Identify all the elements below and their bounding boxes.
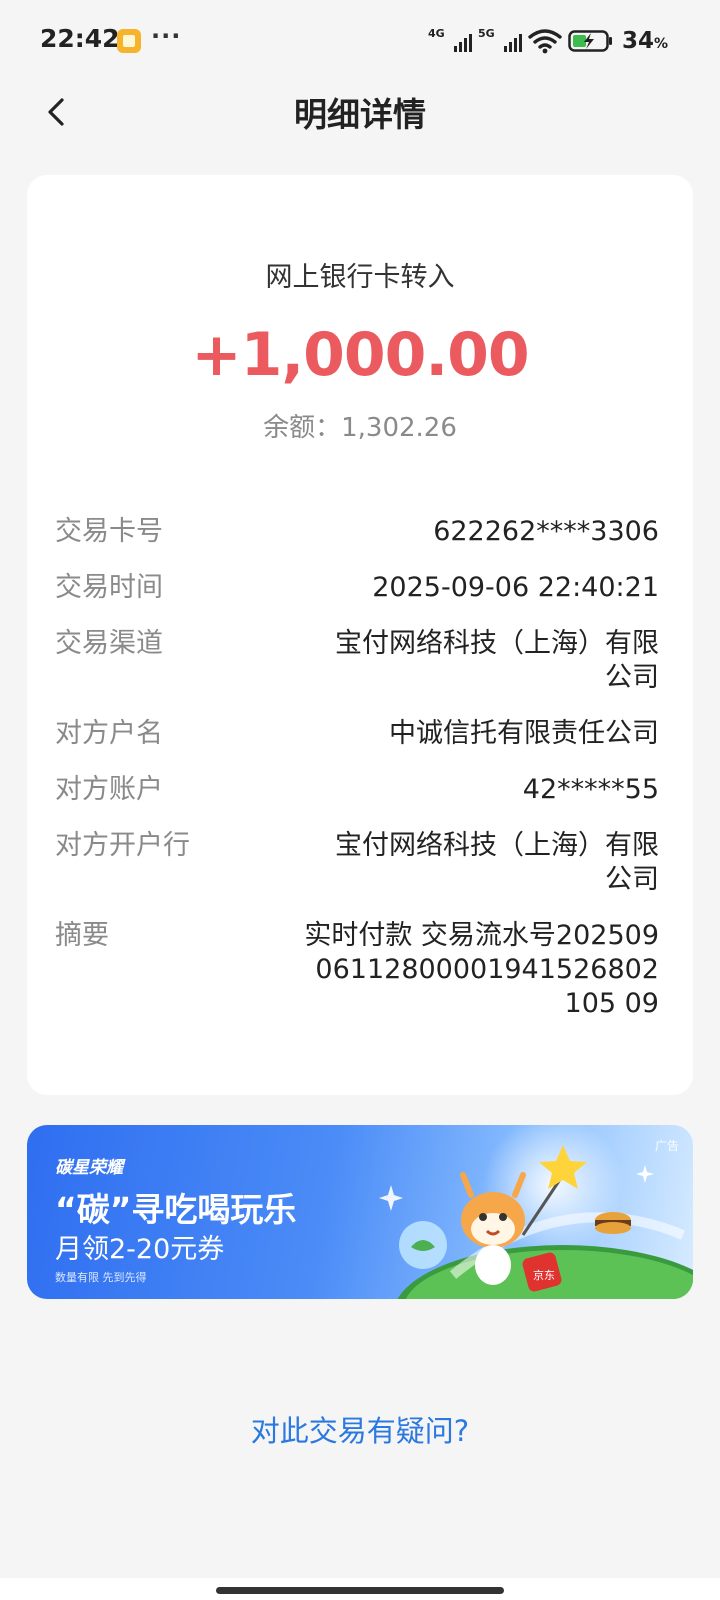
detail-label: 对方户名 <box>55 718 163 749</box>
nav-bar: 明细详情 <box>0 82 720 142</box>
page-title: 明细详情 <box>294 95 426 134</box>
transaction-type: 网上银行卡转入 <box>265 262 455 293</box>
network-type-label: 5G <box>477 27 495 40</box>
status-time: 22:42 <box>40 24 120 53</box>
transaction-details: 交易卡号 622262****3306 交易时间 2025-09-06 22:4… <box>55 515 659 1043</box>
status-bar: 22:42 ··· 4G 5G 34% <box>0 0 720 82</box>
battery-percentage: 34% <box>621 28 668 54</box>
transaction-amount: +1,000.00 <box>191 320 529 390</box>
ad-badge: 京东 <box>533 1268 555 1282</box>
ad-brand: 碳星荣耀 <box>55 1158 123 1178</box>
detail-value: 宝付网络科技（上海）有限公司 <box>335 628 659 693</box>
detail-value: 622262****3306 <box>433 516 659 547</box>
cellular-signal-icon: 4G <box>428 27 472 55</box>
detail-label: 对方开户行 <box>55 830 190 861</box>
detail-row-counterparty-account: 对方账户 42*****55 <box>55 773 659 807</box>
battery-icon <box>568 30 612 52</box>
notification-app-icon <box>117 29 141 53</box>
detail-value: 中诚信托有限责任公司 <box>389 718 659 749</box>
network-type-label: 4G <box>427 27 445 40</box>
ad-subtitle: 月领2-20元券 <box>55 1234 225 1265</box>
detail-row-time: 交易时间 2025-09-06 22:40:21 <box>55 571 659 605</box>
wifi-icon <box>528 29 562 54</box>
detail-row-card-number: 交易卡号 622262****3306 <box>55 515 659 549</box>
ad-banner[interactable]: 碳星荣耀 “碳”寻吃喝玩乐 月领2-20元券 数量有限 先到先得 京东 广告 <box>27 1125 693 1299</box>
transaction-query-link[interactable]: 对此交易有疑问? <box>0 1408 720 1450</box>
ad-note: 数量有限 先到先得 <box>55 1271 147 1284</box>
detail-label: 对方账户 <box>55 774 163 805</box>
detail-value: 实时付款 交易流水号20250906112800001941526802105 … <box>304 920 659 1019</box>
detail-label: 交易时间 <box>55 572 163 603</box>
ad-headline: “碳”寻吃喝玩乐 <box>55 1190 297 1229</box>
more-notifications-icon: ··· <box>151 22 182 50</box>
detail-row-counterparty-bank: 对方开户行 宝付网络科技（上海）有限公司 <box>55 829 659 897</box>
transaction-card: 网上银行卡转入 +1,000.00 余额：1,302.26 交易卡号 62226… <box>27 175 693 1095</box>
detail-value: 宝付网络科技（上海）有限公司 <box>335 830 659 895</box>
detail-label: 交易渠道 <box>55 628 163 659</box>
detail-row-channel: 交易渠道 宝付网络科技（上海）有限公司 <box>55 627 659 695</box>
detail-row-counterparty-name: 对方户名 中诚信托有限责任公司 <box>55 717 659 751</box>
ad-mascot-illustration: 京东 <box>379 1125 693 1299</box>
detail-value: 42*****55 <box>522 774 659 805</box>
cellular-signal-icon: 5G <box>478 27 522 55</box>
detail-label: 摘要 <box>55 920 109 951</box>
ad-label: 广告 <box>654 1139 679 1153</box>
account-balance: 余额：1,302.26 <box>263 413 457 443</box>
detail-row-summary: 摘要 实时付款 交易流水号202509061128000019415268021… <box>55 919 659 1021</box>
detail-label: 交易卡号 <box>55 516 163 547</box>
home-indicator[interactable] <box>216 1587 504 1594</box>
detail-value: 2025-09-06 22:40:21 <box>372 572 659 603</box>
